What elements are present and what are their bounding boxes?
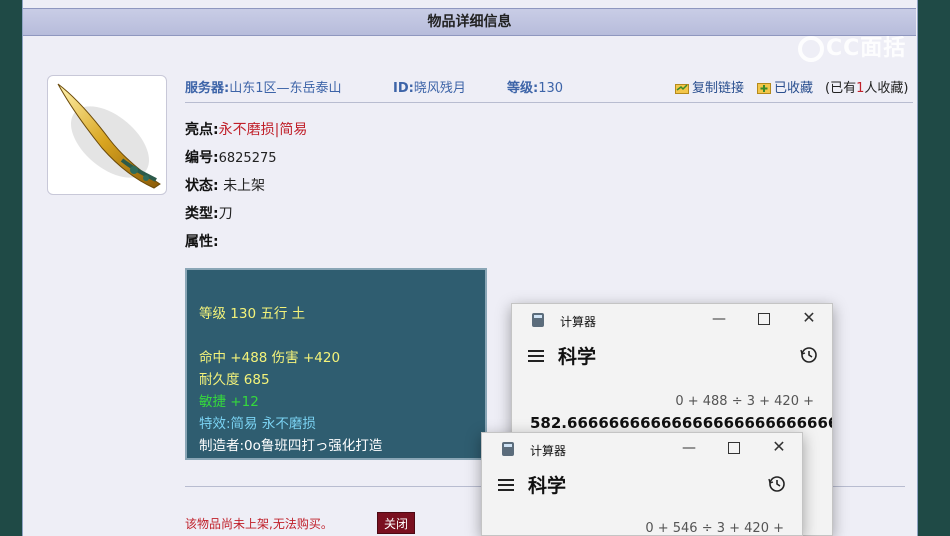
attr-line-durability: 耐久度 685 — [199, 372, 270, 388]
number-value: 6825275 — [218, 151, 277, 166]
close-window-button[interactable]: ✕ — [768, 436, 790, 458]
server-label: 服务器: — [185, 81, 230, 96]
attr-field: 属性: — [185, 233, 219, 251]
attr-line-effects: 特效:简易 永不磨损 — [199, 416, 316, 432]
highlight-value: 永不磨损|简易 — [218, 122, 308, 138]
minimize-button[interactable]: — — [678, 437, 700, 459]
calc-mode: 科学 — [528, 475, 567, 497]
id-value: 晓风残月 — [413, 81, 466, 96]
not-listed-notice: 该物品尚未上架,无法购买。 — [185, 517, 333, 531]
status-value: 未上架 — [223, 178, 266, 194]
favorited-label: 已收藏 — [774, 81, 814, 96]
fav-suffix: 人收藏) — [864, 81, 909, 96]
number-field: 编号:6825275 — [185, 149, 277, 168]
calculator-app-icon — [502, 442, 514, 456]
type-field: 类型:刀 — [185, 205, 233, 223]
type-value: 刀 — [218, 206, 233, 222]
copy-link-label: 复制链接 — [692, 81, 745, 96]
server-info: 服务器:山东1区—东岳泰山 — [185, 80, 341, 98]
calc-title: 计算器 — [530, 444, 567, 458]
highlight-label: 亮点: — [185, 122, 219, 138]
copy-link-icon — [675, 84, 689, 94]
watermark-logo-icon — [798, 36, 824, 62]
level-info: 等级:130 — [507, 80, 563, 98]
status-field: 状态: 未上架 — [185, 177, 265, 195]
highlight-field: 亮点:永不磨损|简易 — [185, 121, 307, 139]
history-icon[interactable] — [800, 346, 818, 364]
page-title: 物品详细信息 — [23, 8, 916, 36]
favorite-icon — [757, 83, 771, 94]
status-label: 状态: — [185, 178, 219, 194]
attr-label: 属性: — [185, 234, 219, 250]
history-icon[interactable] — [768, 475, 786, 493]
item-blade-icon — [57, 83, 161, 189]
attr-line-maker: 制造者:0o鲁班四打っ强化打造 — [199, 438, 383, 454]
type-label: 类型: — [185, 206, 219, 222]
calc-expression: 0 + 546 ÷ 3 + 420 + — [645, 521, 784, 536]
item-info-row: 服务器:山东1区—东岳泰山 ID:晓风残月 等级:130 复制链接 已收藏 (已… — [185, 80, 913, 103]
calc-expression: 0 + 488 ÷ 3 + 420 + — [675, 394, 814, 409]
calc-mode: 科学 — [558, 346, 597, 368]
watermark: CC面括 — [798, 30, 906, 62]
favorite-count: (已有1人收藏) — [825, 80, 908, 98]
attr-line-hit-damage: 命中 +488 伤害 +420 — [199, 350, 341, 366]
id-info: ID:晓风残月 — [393, 80, 466, 98]
calculator-app-icon — [532, 313, 544, 327]
minimize-button[interactable]: — — [708, 308, 730, 330]
favorited-button[interactable]: 已收藏 — [757, 80, 813, 98]
page-left-edge — [0, 0, 22, 536]
menu-icon[interactable] — [528, 350, 544, 362]
attr-line-level: 等级 130 五行 土 — [199, 306, 306, 322]
close-window-button[interactable]: ✕ — [798, 307, 820, 329]
close-button[interactable]: 关闭 — [377, 512, 415, 534]
id-label: ID: — [393, 81, 414, 96]
page-right-edge — [916, 0, 950, 536]
level-label: 等级: — [507, 81, 539, 96]
attribute-box: 等级 130 五行 土 命中 +488 伤害 +420 耐久度 685 敏捷 +… — [185, 268, 487, 460]
level-value: 130 — [538, 81, 564, 96]
calc-result: 582.6666666666666666666666666667 — [530, 414, 833, 432]
maximize-button[interactable] — [758, 313, 770, 325]
maximize-button[interactable] — [728, 442, 740, 454]
number-label: 编号: — [185, 150, 219, 166]
attr-line-agility: 敏捷 +12 — [199, 394, 259, 410]
calc-title: 计算器 — [560, 315, 597, 329]
fav-prefix: (已有 — [825, 81, 857, 96]
watermark-text: CC面括 — [826, 36, 907, 61]
copy-link-button[interactable]: 复制链接 — [675, 80, 744, 98]
item-thumbnail — [47, 75, 167, 195]
calculator-window-2: 计算器 — ✕ 科学 0 + 546 ÷ 3 + 420 + — [481, 432, 803, 536]
menu-icon[interactable] — [498, 479, 514, 491]
server-value: 山东1区—东岳泰山 — [229, 81, 342, 96]
